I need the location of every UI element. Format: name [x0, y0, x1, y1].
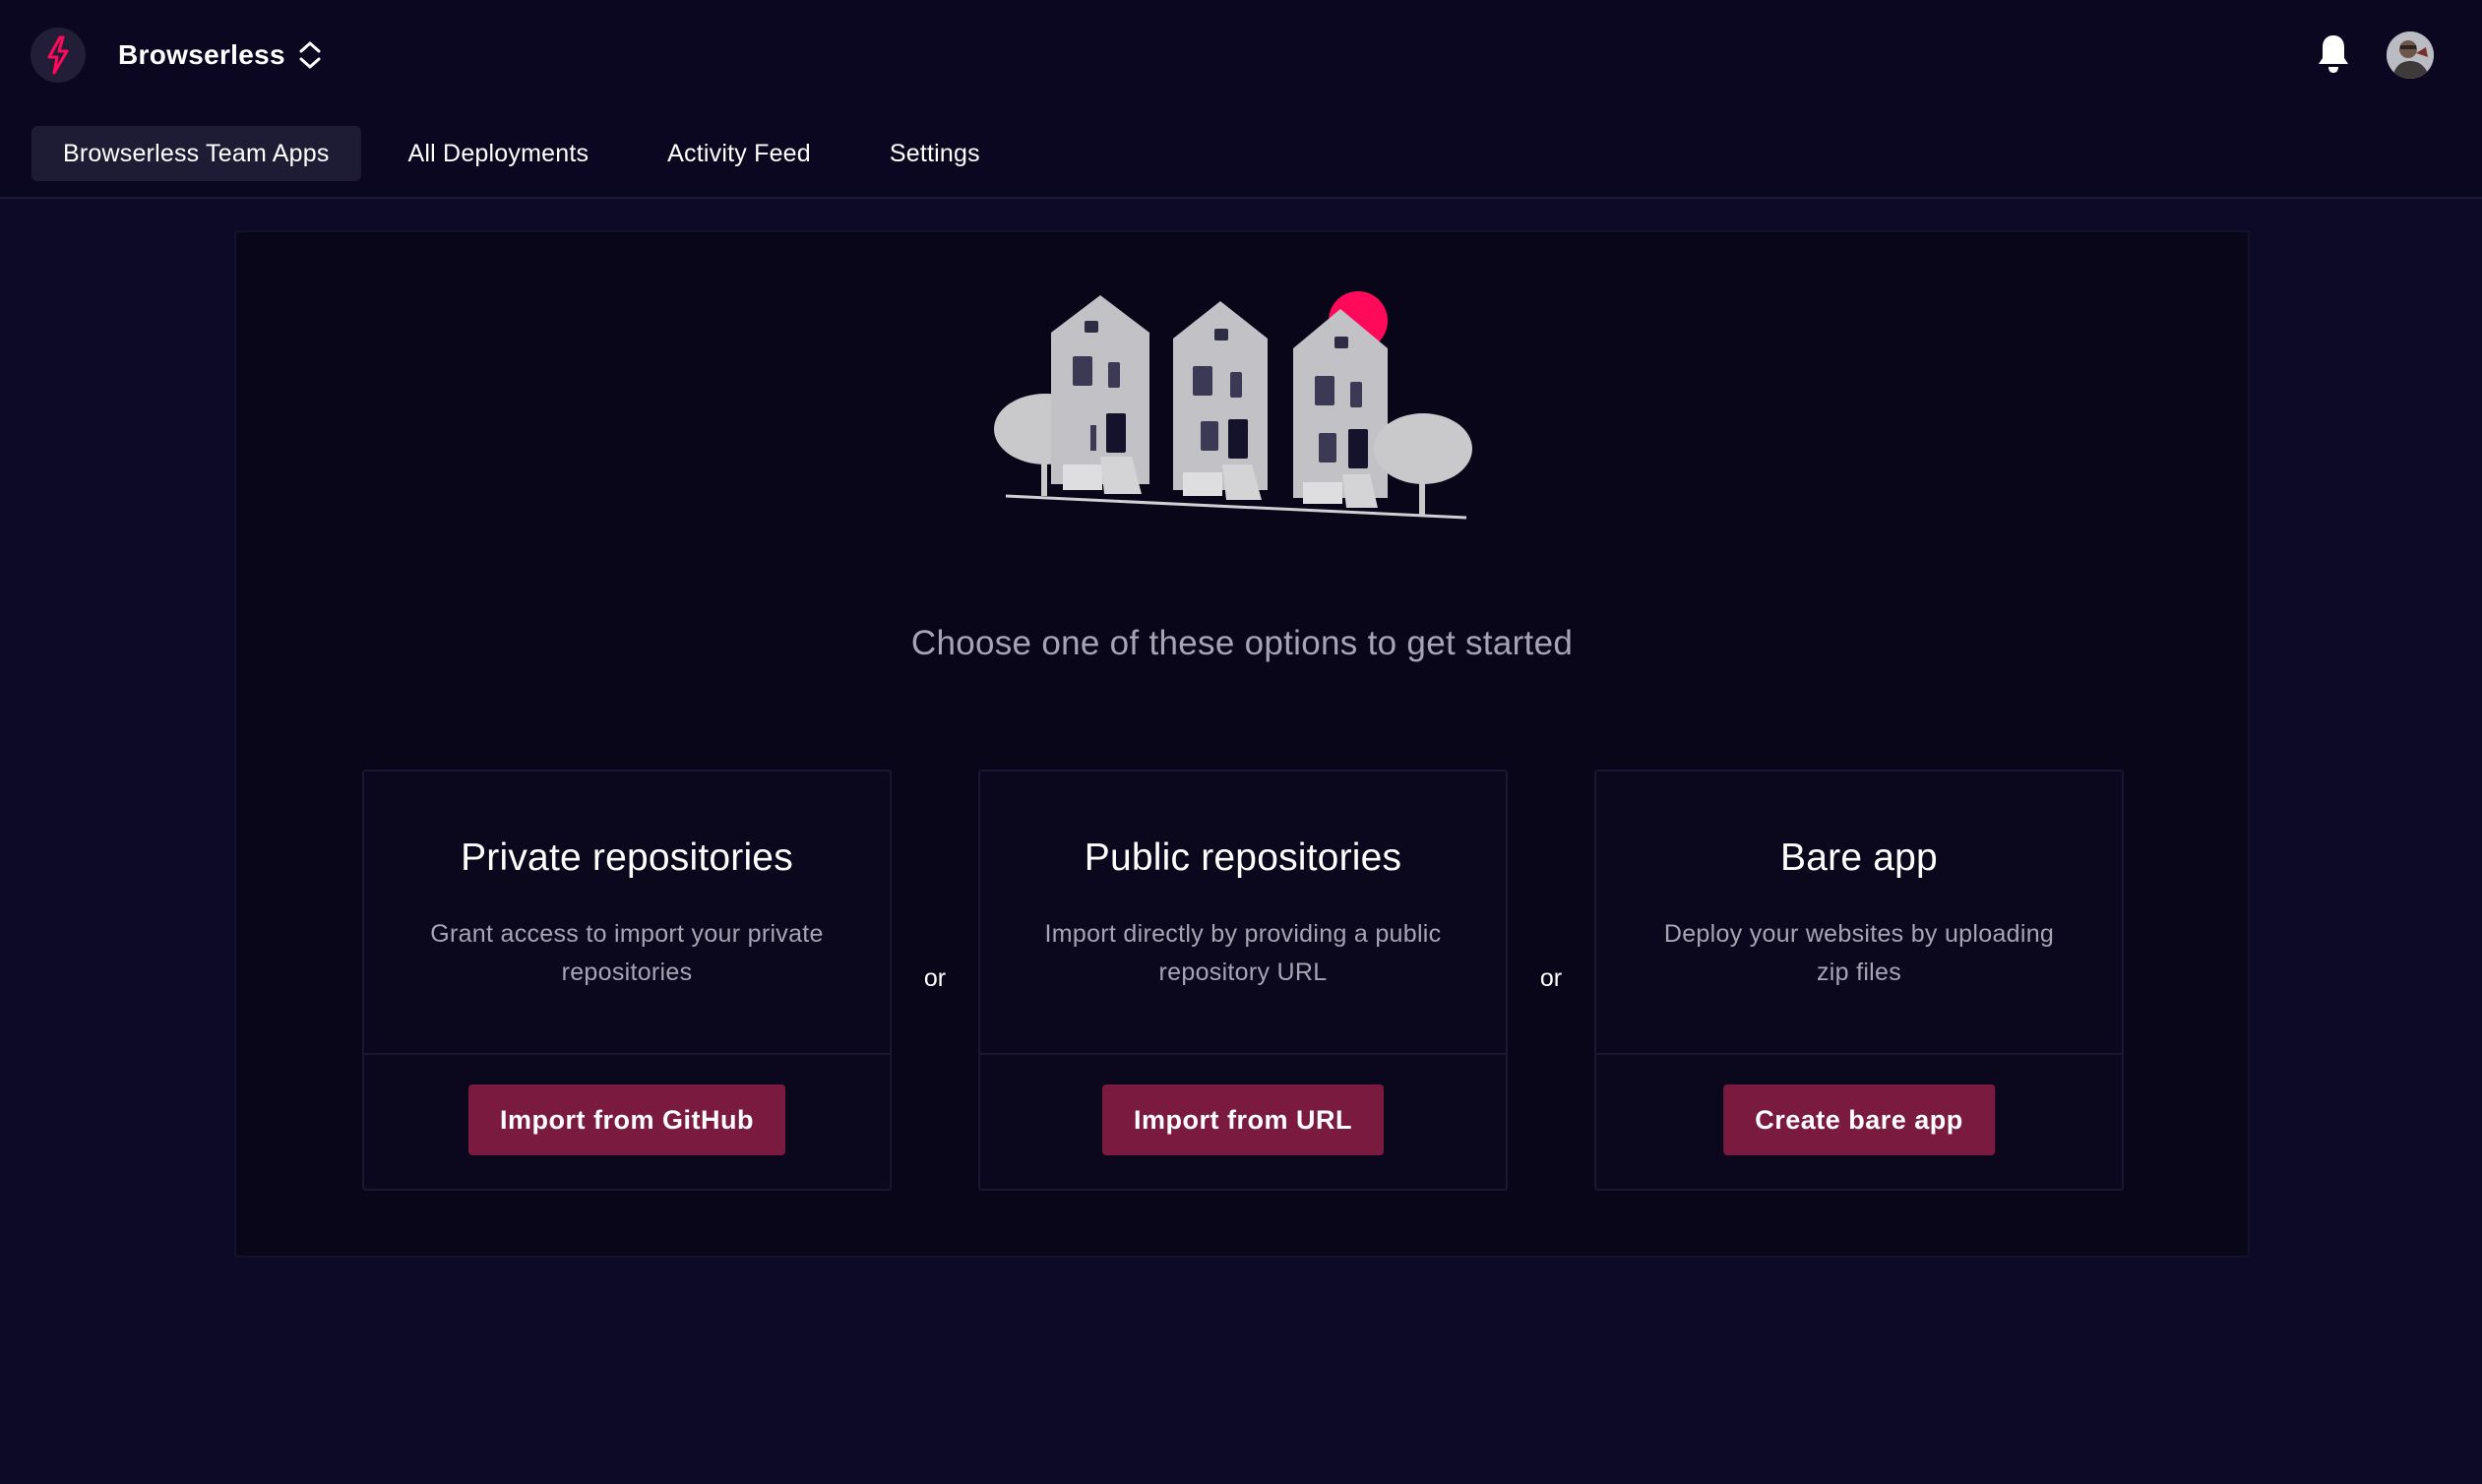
get-started-tagline: Choose one of these options to get start…	[910, 624, 1574, 662]
chevron-up-down-icon[interactable]	[297, 39, 323, 71]
houses-illustration	[994, 291, 1472, 520]
tab-browserless-team-apps[interactable]: Browserless Team Apps	[31, 126, 361, 181]
card-divider	[980, 1053, 1506, 1055]
tab-activity-feed[interactable]: Activity Feed	[636, 126, 842, 181]
lightning-bolt-icon	[47, 35, 69, 75]
card-description: Import directly by providing a public re…	[1044, 920, 1442, 986]
create-bare-app-button[interactable]: Create bare app	[1723, 1084, 1995, 1155]
import-from-url-button[interactable]: Import from URL	[1102, 1084, 1384, 1155]
bell-icon[interactable]	[2315, 32, 2352, 76]
card-description: Deploy your websites by uploading zip fi…	[1663, 920, 2055, 986]
card-title: Private repositories	[461, 836, 793, 879]
top-header: Browserless Browserless Team Apps All De…	[0, 0, 2482, 199]
public-repositories-card: Public repositories Import directly by p…	[978, 770, 1508, 1191]
tab-settings[interactable]: Settings	[858, 126, 1012, 181]
or-separator: or	[1539, 964, 1563, 992]
or-separator: or	[923, 964, 947, 992]
card-title: Bare app	[1780, 836, 1938, 879]
team-name[interactable]: Browserless	[118, 37, 285, 73]
private-repositories-card: Private repositories Grant access to imp…	[362, 770, 892, 1191]
get-started-panel: Choose one of these options to get start…	[234, 230, 2250, 1258]
user-avatar[interactable]	[2387, 31, 2434, 79]
card-title: Public repositories	[1084, 836, 1402, 879]
tab-all-deployments[interactable]: All Deployments	[377, 126, 621, 181]
primary-nav: Browserless Team Apps All Deployments Ac…	[31, 126, 1027, 181]
card-divider	[1596, 1053, 2122, 1055]
import-from-github-button[interactable]: Import from GitHub	[468, 1084, 785, 1155]
brand-logo[interactable]	[31, 28, 86, 83]
card-divider	[364, 1053, 890, 1055]
bare-app-card: Bare app Deploy your websites by uploadi…	[1594, 770, 2124, 1191]
card-description: Grant access to import your private repo…	[430, 920, 824, 986]
